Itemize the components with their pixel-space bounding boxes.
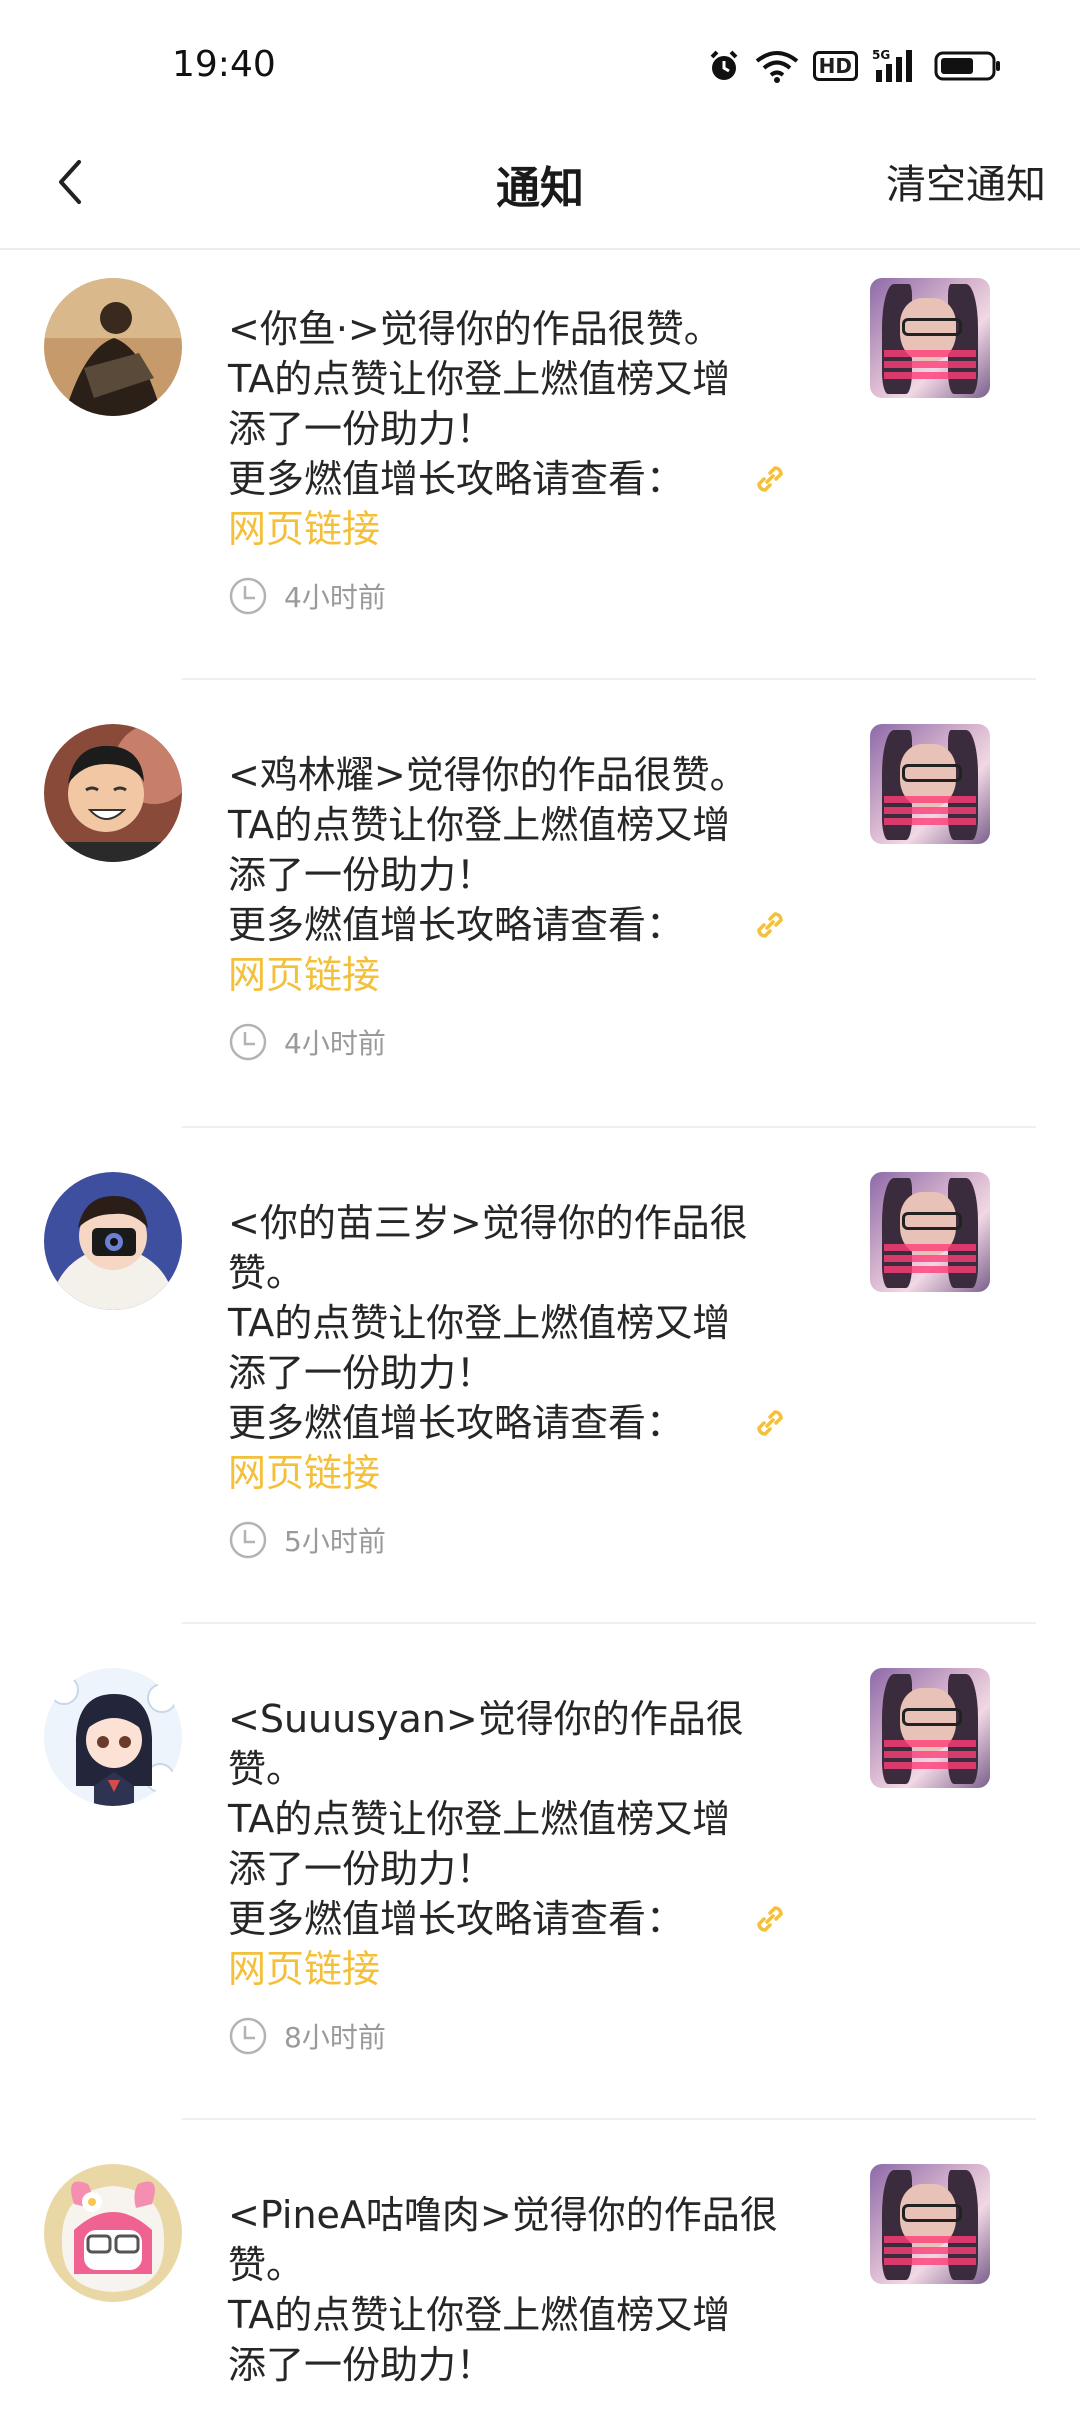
web-link[interactable]: 网页链接 <box>228 1448 798 1498</box>
notification-message: <PineA咕噜肉>觉得你的作品很赞。 TA的点赞让你登上燃值榜又增 添了一份助… <box>228 2190 798 2390</box>
notification-body-line: 添了一份助力！ <box>228 1847 495 1891</box>
notification-body-line: TA的点赞让你登上燃值榜又增 <box>228 1301 731 1345</box>
notification-body-line: 添了一份助力！ <box>228 2343 495 2387</box>
guide-text: 更多燃值增长攻略请查看： <box>228 903 685 947</box>
notification-body-line: TA的点赞让你登上燃值榜又增 <box>228 357 731 401</box>
work-thumbnail[interactable] <box>870 1668 990 1788</box>
notification-body-line: 添了一份助力！ <box>228 407 495 451</box>
guide-text: 更多燃值增长攻略请查看： <box>228 457 685 501</box>
timestamp: 4小时前 <box>284 581 386 614</box>
work-thumbnail[interactable] <box>870 2164 990 2284</box>
notification-content: <Suuusyan>觉得你的作品很赞。 TA的点赞让你登上燃值榜又增 添了一份助… <box>228 1694 798 2056</box>
wifi-icon <box>755 51 798 83</box>
guide-row: 更多燃值增长攻略请查看： <box>228 1398 798 1448</box>
guide-row: 更多燃值增长攻略请查看： <box>228 1894 798 1944</box>
notification-title: <Suuusyan>觉得你的作品很赞。 <box>228 1697 744 1791</box>
web-link[interactable]: 网页链接 <box>228 1944 798 1994</box>
clock-icon <box>229 1023 267 1061</box>
notification-body-line: 添了一份助力！ <box>228 1351 495 1395</box>
timestamp-row: 4小时前 <box>228 576 798 616</box>
hd-badge: HD <box>812 51 858 81</box>
nav-bar: 通知 清空通知 <box>0 130 1080 250</box>
signal-icon: 5G <box>872 48 912 82</box>
timestamp-row: 5小时前 <box>228 1520 798 1560</box>
clock-icon <box>229 577 267 615</box>
status-icons: HD 5G <box>707 48 1002 84</box>
status-bar: 19:40 HD 5G <box>0 0 1080 130</box>
notification-title: <鸡林耀>觉得你的作品很赞。 <box>228 753 748 797</box>
notification-message: <你的苗三岁>觉得你的作品很赞。 TA的点赞让你登上燃值榜又增 添了一份助力！ <box>228 1198 798 1398</box>
web-link[interactable]: 网页链接 <box>228 950 798 1000</box>
user-avatar[interactable] <box>44 278 182 416</box>
link-icon <box>757 912 783 938</box>
clear-notifications-button[interactable]: 清空通知 <box>886 152 1046 210</box>
notification-item[interactable]: <Suuusyan>觉得你的作品很赞。 TA的点赞让你登上燃值榜又增 添了一份助… <box>0 1624 1080 2120</box>
link-icon <box>757 1906 783 1932</box>
user-avatar[interactable] <box>44 724 182 862</box>
work-thumbnail[interactable] <box>870 1172 990 1292</box>
guide-row: 更多燃值增长攻略请查看： <box>228 454 798 504</box>
timestamp: 4小时前 <box>284 1027 386 1060</box>
alarm-icon <box>710 50 738 80</box>
notification-title: <PineA咕噜肉>觉得你的作品很赞。 <box>228 2193 778 2287</box>
notification-content: <你鱼·>觉得你的作品很赞。 TA的点赞让你登上燃值榜又增 添了一份助力！ 更多… <box>228 304 798 616</box>
notification-item[interactable]: <你鱼·>觉得你的作品很赞。 TA的点赞让你登上燃值榜又增 添了一份助力！ 更多… <box>0 250 1080 680</box>
notification-content: <PineA咕噜肉>觉得你的作品很赞。 TA的点赞让你登上燃值榜又增 添了一份助… <box>228 2190 798 2390</box>
clock-icon <box>229 1521 267 1559</box>
notification-message: <Suuusyan>觉得你的作品很赞。 TA的点赞让你登上燃值榜又增 添了一份助… <box>228 1694 798 1894</box>
notification-title: <你鱼·>觉得你的作品很赞。 <box>228 307 722 351</box>
timestamp-row: 4小时前 <box>228 1022 798 1062</box>
battery-icon <box>934 51 1000 81</box>
notification-body-line: 添了一份助力！ <box>228 853 495 897</box>
notification-content: <你的苗三岁>觉得你的作品很赞。 TA的点赞让你登上燃值榜又增 添了一份助力！ … <box>228 1198 798 1560</box>
timestamp: 8小时前 <box>284 2021 386 2054</box>
guide-text: 更多燃值增长攻略请查看： <box>228 1897 685 1941</box>
link-icon <box>757 466 783 492</box>
notification-title: <你的苗三岁>觉得你的作品很赞。 <box>228 1201 748 1295</box>
guide-row: 更多燃值增长攻略请查看： <box>228 900 798 950</box>
notification-message: <你鱼·>觉得你的作品很赞。 TA的点赞让你登上燃值榜又增 添了一份助力！ <box>228 304 798 454</box>
timestamp: 5小时前 <box>284 1525 386 1558</box>
status-time: 19:40 <box>172 44 276 85</box>
notification-body-line: TA的点赞让你登上燃值榜又增 <box>228 803 731 847</box>
notification-item[interactable]: <鸡林耀>觉得你的作品很赞。 TA的点赞让你登上燃值榜又增 添了一份助力！ 更多… <box>0 680 1080 1128</box>
link-icon <box>757 1410 783 1436</box>
notification-list: <你鱼·>觉得你的作品很赞。 TA的点赞让你登上燃值榜又增 添了一份助力！ 更多… <box>0 250 1080 2420</box>
work-thumbnail[interactable] <box>870 724 990 844</box>
user-avatar[interactable] <box>44 1668 182 1806</box>
user-avatar[interactable] <box>44 2164 182 2302</box>
work-thumbnail[interactable] <box>870 278 990 398</box>
notification-item[interactable]: <PineA咕噜肉>觉得你的作品很赞。 TA的点赞让你登上燃值榜又增 添了一份助… <box>0 2120 1080 2420</box>
clock-icon <box>229 2017 267 2055</box>
guide-text: 更多燃值增长攻略请查看： <box>228 1401 685 1445</box>
notification-content: <鸡林耀>觉得你的作品很赞。 TA的点赞让你登上燃值榜又增 添了一份助力！ 更多… <box>228 750 798 1062</box>
web-link[interactable]: 网页链接 <box>228 504 798 554</box>
timestamp-row: 8小时前 <box>228 2016 798 2056</box>
user-avatar[interactable] <box>44 1172 182 1310</box>
network-type: 5G <box>872 48 890 62</box>
notification-body-line: TA的点赞让你登上燃值榜又增 <box>228 2293 731 2337</box>
notification-body-line: TA的点赞让你登上燃值榜又增 <box>228 1797 731 1841</box>
notification-message: <鸡林耀>觉得你的作品很赞。 TA的点赞让你登上燃值榜又增 添了一份助力！ <box>228 750 798 900</box>
notification-item[interactable]: <你的苗三岁>觉得你的作品很赞。 TA的点赞让你登上燃值榜又增 添了一份助力！ … <box>0 1128 1080 1624</box>
